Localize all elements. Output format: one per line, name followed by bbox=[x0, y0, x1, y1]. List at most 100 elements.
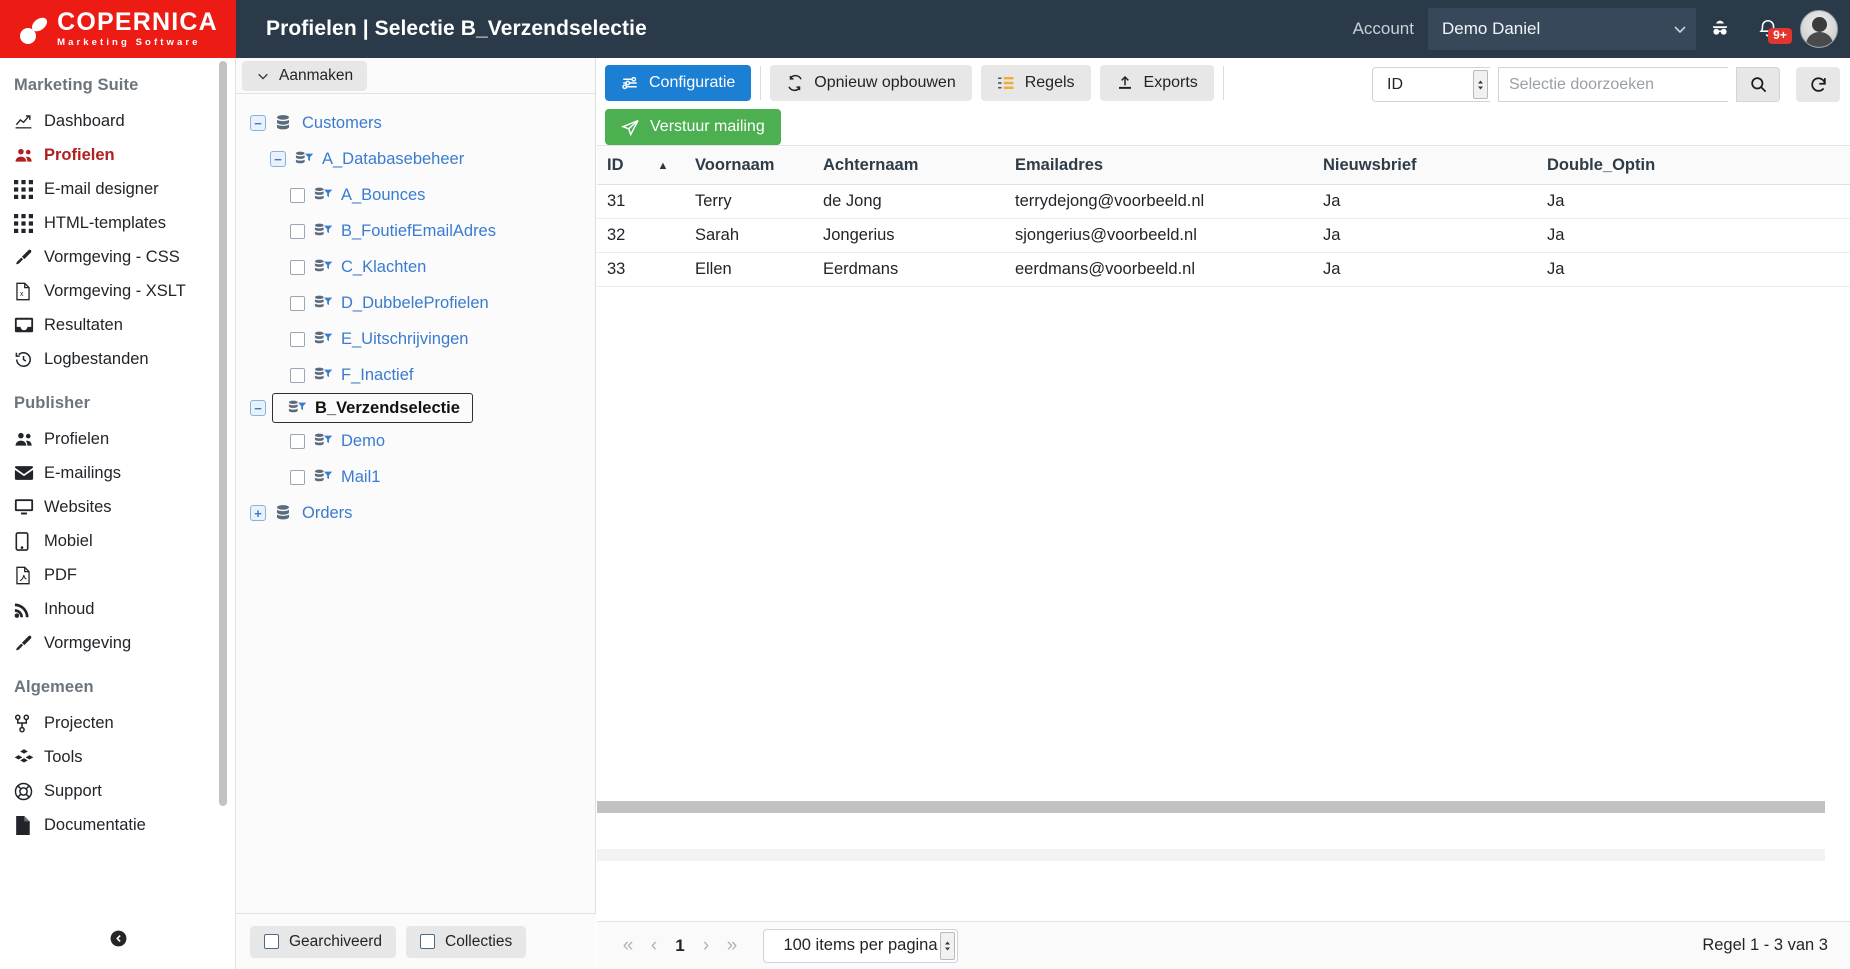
sidebar-item-e-mailings[interactable]: E-mailings bbox=[0, 456, 235, 490]
first-page-button[interactable]: « bbox=[615, 931, 641, 961]
sidebar-item-support[interactable]: Support bbox=[0, 774, 235, 808]
sidebar-item-websites[interactable]: Websites bbox=[0, 490, 235, 524]
configuratie-button[interactable]: Configuratie bbox=[605, 65, 752, 101]
archived-checkbox[interactable] bbox=[264, 934, 279, 949]
results-table: ID ▲ Voornaam Achternaam Emailadres Nieuwsbri… bbox=[597, 147, 1850, 287]
table-header-double_optin[interactable]: Double_Optin bbox=[1537, 147, 1850, 185]
table-header-achternaam[interactable]: Achternaam bbox=[813, 147, 1005, 185]
sidebar-collapse-button[interactable] bbox=[0, 921, 235, 955]
sidebar-item-pdf[interactable]: PDF bbox=[0, 558, 235, 592]
tree-node-checkbox[interactable] bbox=[290, 259, 305, 275]
notifications-button[interactable]: 9+ bbox=[1744, 0, 1792, 58]
tree-toggle-minus-icon[interactable]: − bbox=[270, 151, 286, 167]
sidebar-scrollbar[interactable] bbox=[219, 58, 231, 969]
prev-page-button[interactable]: ‹ bbox=[641, 931, 667, 961]
sidebar-item-tools[interactable]: Tools bbox=[0, 740, 235, 774]
table-header-voornaam[interactable]: Voornaam bbox=[685, 147, 813, 185]
tree-node-c-klachten[interactable]: C_Klachten bbox=[290, 249, 595, 285]
sidebar-item-html-templates[interactable]: HTML-templates bbox=[0, 206, 235, 240]
select-spinner-icon[interactable] bbox=[1473, 70, 1488, 99]
tree-node-checkbox[interactable] bbox=[290, 433, 305, 449]
tree-node-e-uitschrijvingen[interactable]: E_Uitschrijvingen bbox=[290, 321, 595, 357]
sidebar-item-e-mail-designer[interactable]: E-mail designer bbox=[0, 172, 235, 206]
sidebar-item-resultaten[interactable]: Resultaten bbox=[0, 308, 235, 342]
sidebar-item-documentatie[interactable]: Documentatie bbox=[0, 808, 235, 842]
sidebar-item-profielen[interactable]: Profielen bbox=[0, 138, 235, 172]
tree-node-a-databasebeheer[interactable]: − A_Databasebeheer bbox=[270, 141, 595, 177]
sidebar-item-label: E-mail designer bbox=[44, 179, 159, 198]
sidebar-item-label: Documentatie bbox=[44, 815, 146, 834]
sidebar-scrollbar-thumb[interactable] bbox=[219, 61, 227, 806]
tree-node-mail1[interactable]: Mail1 bbox=[290, 459, 595, 495]
avatar[interactable] bbox=[1800, 10, 1838, 48]
sidebar-item-projecten[interactable]: Projecten bbox=[0, 706, 235, 740]
table-header-emailadres[interactable]: Emailadres bbox=[1005, 147, 1313, 185]
users-icon bbox=[14, 430, 44, 449]
table-row[interactable]: 32 Sarah Jongerius sjongerius@voorbeeld.nl J… bbox=[597, 218, 1850, 253]
table-hscrollbar[interactable] bbox=[597, 801, 1825, 861]
tree-node-label: A_Databasebeheer bbox=[322, 149, 465, 168]
last-page-button[interactable]: » bbox=[719, 931, 745, 961]
sidebar-item-mobiel[interactable]: Mobiel bbox=[0, 524, 235, 558]
current-page[interactable]: 1 bbox=[667, 931, 693, 961]
refresh-icon bbox=[786, 74, 804, 92]
sidebar-item-dashboard[interactable]: Dashboard bbox=[0, 104, 235, 138]
impersonate-button[interactable] bbox=[1696, 0, 1744, 58]
table-header-id[interactable]: ID ▲ bbox=[597, 147, 685, 185]
exports-button[interactable]: Exports bbox=[1099, 65, 1214, 101]
grid-icon bbox=[14, 179, 44, 199]
tree-node-checkbox[interactable] bbox=[290, 295, 305, 311]
table-hscrollbar-thumb[interactable] bbox=[597, 801, 1825, 813]
search-button[interactable] bbox=[1736, 67, 1780, 102]
tree-node-checkbox[interactable] bbox=[290, 331, 305, 347]
regels-button[interactable]: Regels bbox=[980, 65, 1091, 101]
paintbrush-icon bbox=[14, 634, 44, 653]
file-xslt-icon: x bbox=[14, 282, 44, 301]
table-row[interactable]: 31 Terry de Jong terrydejong@voorbeeld.nl Ja… bbox=[597, 184, 1850, 219]
search-input[interactable] bbox=[1498, 67, 1728, 102]
tree-node-checkbox[interactable] bbox=[290, 187, 305, 203]
opnieuw-opbouwen-button[interactable]: Opnieuw opbouwen bbox=[770, 65, 972, 101]
sidebar-item-vormgeving-xslt[interactable]: x Vormgeving - XSLT bbox=[0, 274, 235, 308]
tree-toggle-plus-icon[interactable]: + bbox=[250, 505, 266, 521]
sidebar-item-profielen[interactable]: Profielen bbox=[0, 422, 235, 456]
tree-node-b-verzendselectie[interactable]: B_Verzendselectie bbox=[272, 393, 473, 423]
copernica-logo[interactable]: COPERNICA Marketing Software bbox=[0, 0, 236, 58]
tree-node-customers[interactable]: − Customers bbox=[250, 105, 595, 141]
tree-node-checkbox[interactable] bbox=[290, 367, 305, 383]
items-per-page-select[interactable]: 100 items per pagina bbox=[763, 928, 958, 963]
tree-node-a-bounces[interactable]: A_Bounces bbox=[290, 177, 595, 213]
tree-node-checkbox[interactable] bbox=[290, 469, 305, 485]
next-page-button[interactable]: › bbox=[693, 931, 719, 961]
table-header-nieuwsbrief[interactable]: Nieuwsbrief bbox=[1313, 147, 1537, 185]
sidebar-item-vormgeving-css[interactable]: Vormgeving - CSS bbox=[0, 240, 235, 274]
select-spinner-icon[interactable] bbox=[940, 931, 955, 960]
arrow-circle-left-icon bbox=[109, 929, 128, 948]
filter-db-icon bbox=[313, 432, 333, 450]
tree-node-demo[interactable]: Demo bbox=[290, 423, 595, 459]
selection-tree-panel: Aanmaken − Customers − A_Databasebeheer A_Bo… bbox=[236, 58, 596, 969]
tree-toggle-minus-icon[interactable]: − bbox=[250, 400, 266, 416]
desktop-icon bbox=[14, 498, 44, 516]
collections-toggle[interactable]: Collecties bbox=[406, 925, 527, 958]
search-field-select[interactable]: ID bbox=[1372, 67, 1490, 102]
reload-button[interactable] bbox=[1796, 67, 1840, 102]
tree-node-b-foutiefemailadres[interactable]: B_FoutiefEmailAdres bbox=[290, 213, 595, 249]
tree-node-d-dubbeleprofielen[interactable]: D_DubbeleProfielen bbox=[290, 285, 595, 321]
create-button[interactable]: Aanmaken bbox=[242, 60, 368, 91]
sidebar-item-inhoud[interactable]: Inhoud bbox=[0, 592, 235, 626]
tree-node-orders[interactable]: + Orders bbox=[250, 495, 595, 531]
table-header-label: Emailadres bbox=[1015, 156, 1104, 174]
table-row[interactable]: 33 Ellen Eerdmans eerdmans@voorbeeld.nl Ja Ja bbox=[597, 252, 1850, 287]
tree-node-f-inactief[interactable]: F_Inactief bbox=[290, 357, 595, 393]
archived-toggle[interactable]: Gearchiveerd bbox=[250, 925, 397, 958]
tree-toolbar: Aanmaken bbox=[236, 58, 595, 94]
regels-label: Regels bbox=[1024, 74, 1075, 91]
account-select[interactable]: Demo Daniel bbox=[1428, 8, 1696, 50]
verstuur-mailing-button[interactable]: Verstuur mailing bbox=[605, 109, 781, 145]
sidebar-item-vormgeving[interactable]: Vormgeving bbox=[0, 626, 235, 660]
tree-node-checkbox[interactable] bbox=[290, 223, 305, 239]
tree-toggle-minus-icon[interactable]: − bbox=[250, 115, 266, 131]
sidebar-item-logbestanden[interactable]: Logbestanden bbox=[0, 342, 235, 376]
collections-checkbox[interactable] bbox=[420, 934, 436, 949]
